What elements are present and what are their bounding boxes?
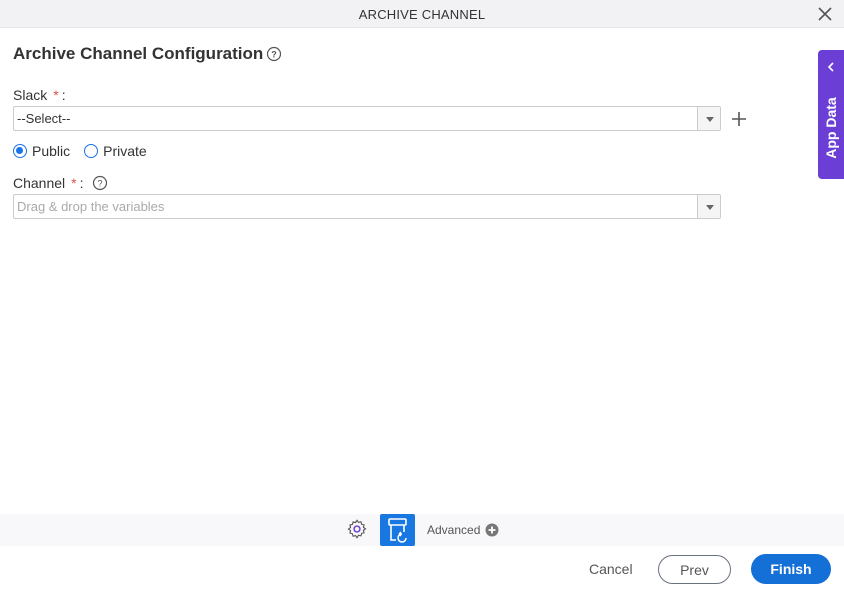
plus-circle-icon	[485, 523, 499, 537]
finish-button[interactable]: Finish	[751, 554, 831, 584]
dialog-titlebar: ARCHIVE CHANNEL	[0, 0, 844, 28]
channel-placeholder: Drag & drop the variables	[17, 199, 165, 214]
add-connection-icon[interactable]	[730, 110, 748, 128]
gear-icon[interactable]	[346, 518, 368, 540]
slack-select[interactable]: --Select--	[13, 106, 721, 131]
radio-private[interactable]: Private	[84, 143, 147, 159]
chevron-left-icon	[827, 62, 834, 72]
slack-select-value: --Select--	[17, 111, 71, 126]
radio-private-label: Private	[103, 143, 147, 159]
slack-label: Slack * :	[13, 87, 66, 103]
help-icon[interactable]: ?	[92, 175, 108, 191]
radio-public-label: Public	[32, 143, 71, 159]
prev-button[interactable]: Prev	[658, 555, 731, 584]
restore-button[interactable]	[380, 514, 415, 546]
cancel-button[interactable]: Cancel	[589, 561, 633, 577]
channel-label: Channel * : ?	[13, 175, 108, 191]
help-icon[interactable]: ?	[266, 46, 282, 62]
restore-icon	[388, 518, 407, 543]
visibility-radio-group: Public Private	[13, 143, 161, 159]
bottom-toolbar	[0, 514, 844, 546]
advanced-label: Advanced	[427, 523, 481, 537]
app-data-label: App Data	[823, 97, 839, 159]
page-title-text: Archive Channel Configuration	[13, 44, 264, 63]
chevron-down-icon[interactable]	[697, 107, 720, 130]
svg-text:?: ?	[272, 50, 278, 60]
radio-private-indicator[interactable]	[84, 144, 99, 158]
radio-public[interactable]: Public	[13, 143, 70, 159]
radio-public-indicator[interactable]	[13, 144, 27, 158]
channel-label-text: Channel	[13, 175, 66, 191]
page-title: Archive Channel Configuration ?	[13, 44, 282, 64]
required-mark: *	[53, 87, 59, 103]
slack-label-text: Slack	[13, 87, 48, 103]
app-data-panel-toggle[interactable]: App Data	[818, 50, 844, 179]
advanced-toggle[interactable]: Advanced	[427, 523, 499, 537]
label-colon: :	[61, 87, 66, 103]
chevron-down-icon[interactable]	[697, 195, 720, 218]
dialog-title: ARCHIVE CHANNEL	[358, 7, 486, 22]
required-mark: *	[71, 175, 77, 191]
close-icon[interactable]	[816, 5, 834, 23]
label-colon: :	[79, 175, 84, 191]
channel-select[interactable]: Drag & drop the variables	[13, 194, 721, 219]
svg-text:?: ?	[97, 179, 102, 189]
